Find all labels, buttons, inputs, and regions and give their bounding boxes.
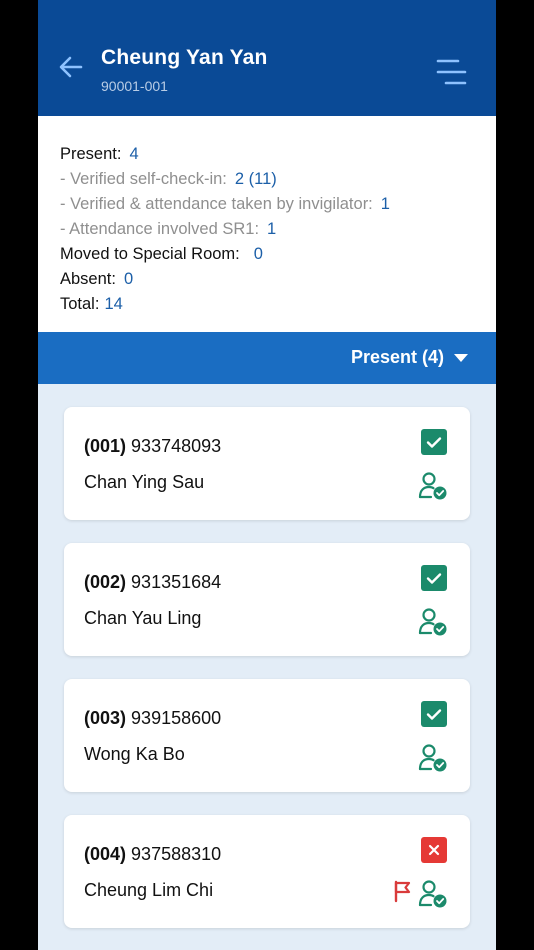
menu-icon	[436, 59, 467, 85]
candidate-number: 937588310	[131, 844, 222, 864]
summary-absent-row: Absent: 0	[60, 269, 133, 289]
candidate-card[interactable]: (004) 937588310 Cheung Lim Chi	[64, 815, 470, 928]
candidate-id: (003) 939158600	[84, 708, 221, 729]
candidate-seat: (003)	[84, 708, 127, 728]
summary-sr1-label: - Attendance involved SR1:	[60, 220, 260, 238]
candidate-id: (002) 931351684	[84, 572, 221, 593]
summary-moved-row: Moved to Special Room: 0	[60, 244, 263, 264]
person-verified-icon	[418, 744, 447, 772]
phone-screen: Cheung Yan Yan 90001-001 Present: 4 - Ver…	[38, 0, 496, 950]
candidate-id: (001) 933748093	[84, 436, 221, 457]
arrow-left-icon	[59, 56, 83, 78]
candidate-card[interactable]: (003) 939158600 Wong Ka Bo	[64, 679, 470, 792]
attendance-summary: Present: 4 - Verified self-check-in: 2 (11…	[38, 116, 496, 332]
candidate-number: 933748093	[131, 436, 222, 456]
summary-sr1-row: - Attendance involved SR1: 1	[60, 219, 276, 239]
menu-button[interactable]	[434, 56, 468, 88]
status-filter-dropdown[interactable]: Present (4)	[38, 332, 496, 384]
page-title: Cheung Yan Yan	[101, 46, 268, 69]
close-box-icon[interactable]	[421, 837, 447, 863]
checkbox-checked-icon[interactable]	[421, 565, 447, 591]
candidate-name: Cheung Lim Chi	[84, 880, 214, 900]
person-verified-icon	[418, 608, 447, 636]
candidate-card[interactable]: (001) 933748093 Chan Ying Sau	[64, 407, 470, 520]
person-verified-icon	[418, 880, 447, 908]
summary-verified-invigilator-value: 1	[380, 195, 390, 213]
summary-verified-self-label: - Verified self-check-in:	[60, 170, 227, 188]
summary-verified-self-row: - Verified self-check-in: 2 (11)	[60, 169, 277, 189]
summary-total-value: 14	[104, 295, 123, 313]
summary-moved-value: 0	[253, 245, 263, 263]
candidate-card[interactable]: (002) 931351684 Chan Yau Ling	[64, 543, 470, 656]
page-subtitle: 90001-001	[101, 78, 168, 94]
summary-total-label: Total:	[60, 295, 100, 313]
caret-down-icon	[454, 354, 468, 362]
summary-absent-value: 0	[123, 270, 134, 288]
summary-total-row: Total: 14	[60, 294, 123, 314]
candidate-number: 939158600	[131, 708, 222, 728]
candidate-name: Chan Ying Sau	[84, 472, 205, 492]
summary-verified-invigilator-label: - Verified & attendance taken by invigil…	[60, 195, 373, 213]
summary-verified-self-value: 2 (11)	[234, 170, 277, 188]
summary-moved-label: Moved to Special Room:	[60, 245, 240, 263]
app-header: Cheung Yan Yan 90001-001	[38, 0, 496, 116]
back-button[interactable]	[56, 52, 86, 82]
summary-present-value: 4	[129, 145, 139, 163]
summary-verified-invigilator-row: - Verified & attendance taken by invigil…	[60, 194, 390, 214]
checkbox-checked-icon[interactable]	[421, 701, 447, 727]
person-verified-icon	[418, 472, 447, 500]
checkbox-checked-icon[interactable]	[421, 429, 447, 455]
candidate-number: 931351684	[131, 572, 222, 592]
summary-present-row: Present: 4	[60, 144, 139, 164]
summary-present-label: Present:	[60, 145, 122, 163]
candidate-name: Chan Yau Ling	[84, 608, 202, 628]
summary-absent-label: Absent:	[60, 270, 116, 288]
summary-sr1-value: 1	[267, 220, 277, 238]
flag-icon[interactable]	[392, 879, 414, 903]
status-filter-label: Present (4)	[350, 347, 444, 367]
candidate-id: (004) 937588310	[84, 844, 221, 865]
candidate-seat: (004)	[84, 844, 127, 864]
candidate-seat: (001)	[84, 436, 127, 456]
candidate-name: Wong Ka Bo	[84, 744, 185, 764]
candidate-seat: (002)	[84, 572, 127, 592]
